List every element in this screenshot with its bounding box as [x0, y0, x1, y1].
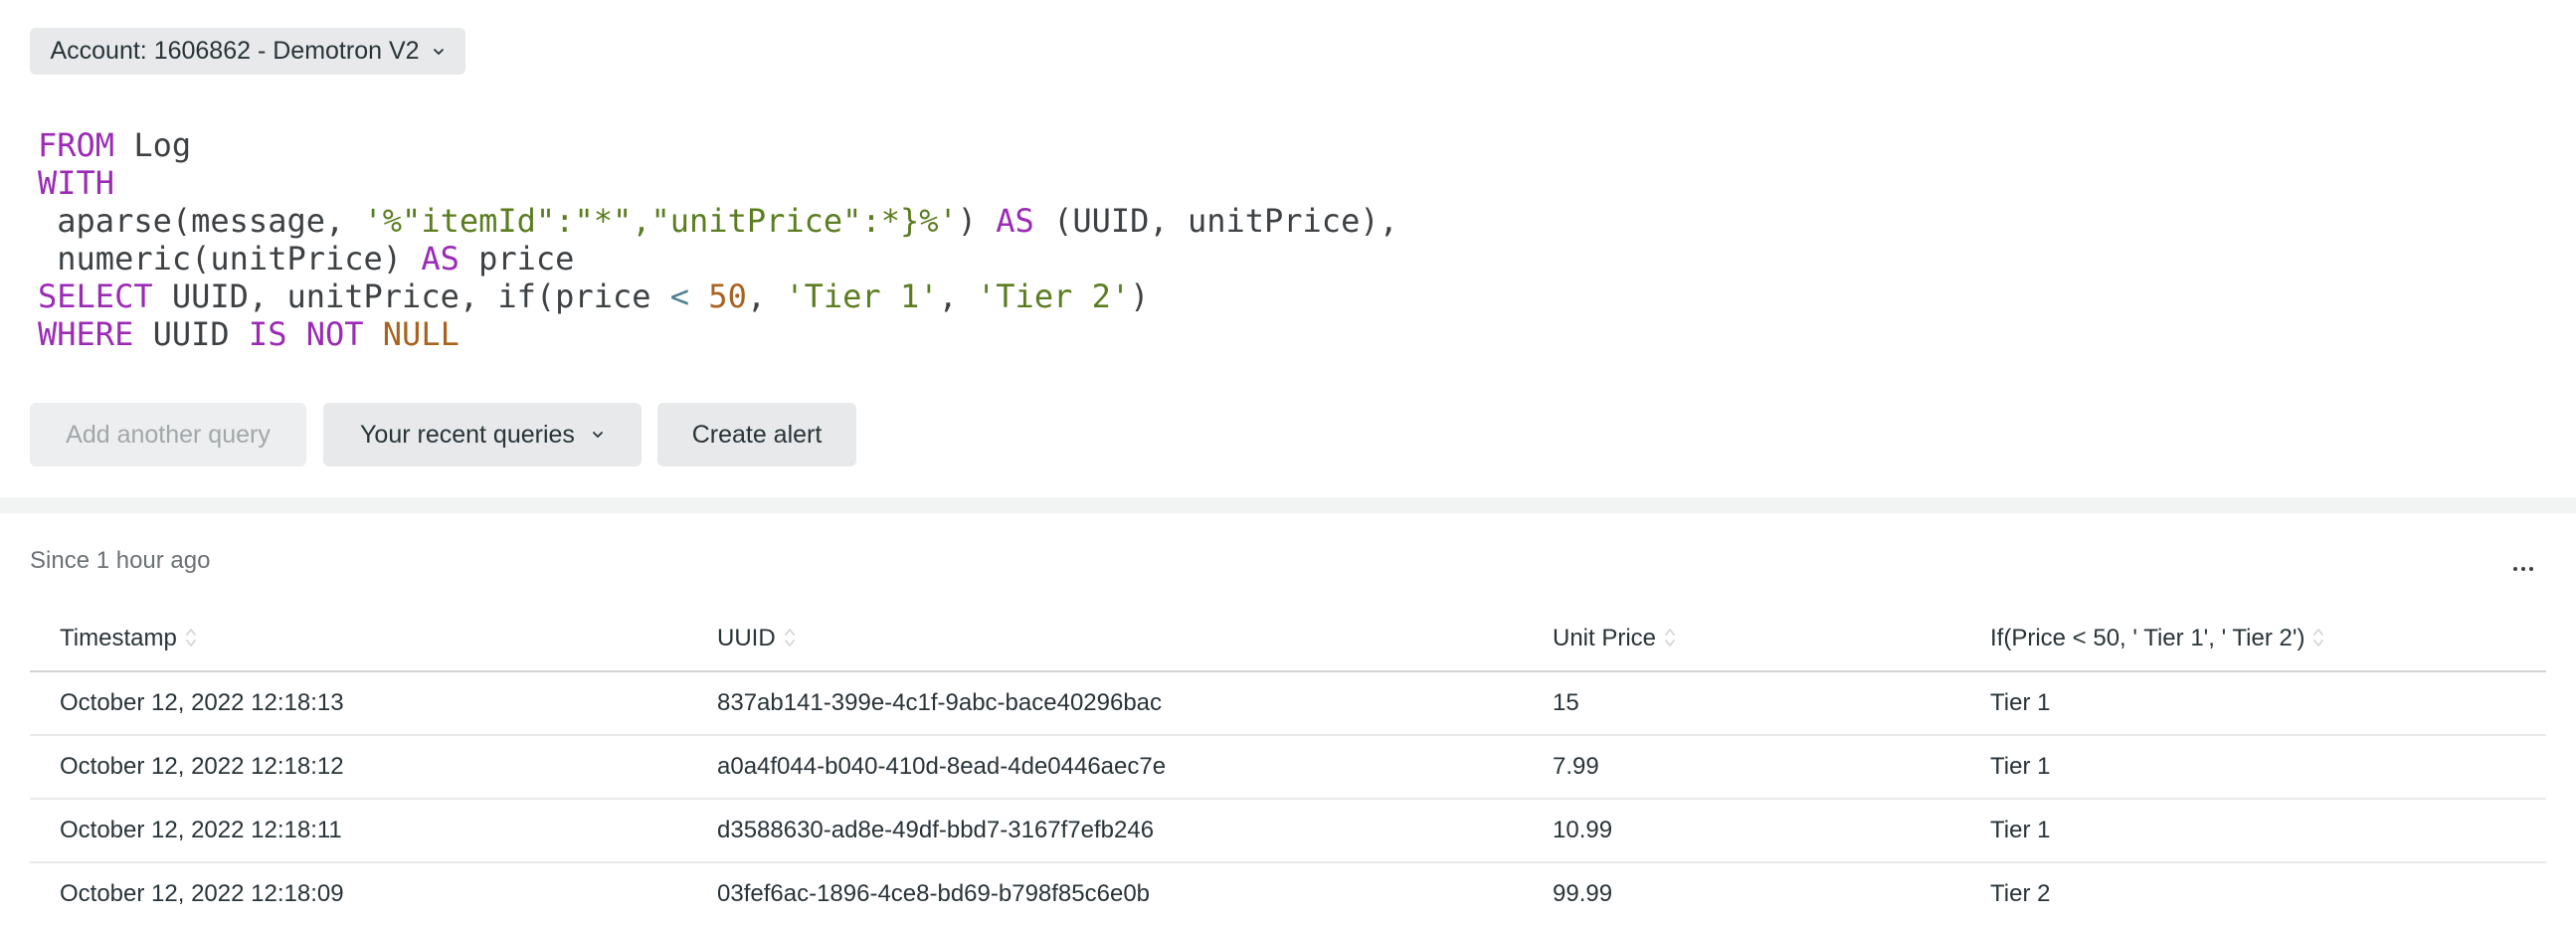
table-cell: October 12, 2022 12:18:11: [30, 799, 687, 863]
column-header[interactable]: UUID: [687, 607, 1523, 672]
sort-icon[interactable]: [185, 627, 197, 648]
table-cell: 03fef6ac-1896-4ce8-bd69-b798f85c6e0b: [717, 880, 1151, 907]
code-text: UUID, unitPrice, if(price: [152, 278, 670, 315]
table-cell: 15: [1523, 671, 1960, 736]
code-line: aparse(message, '%"itemId":"*","unitPric…: [38, 202, 1398, 240]
code-line: WITH: [38, 164, 1398, 202]
code-keyword: WITH: [38, 164, 115, 202]
column-header-label: Unit Price: [1553, 625, 1657, 651]
ellipsis-icon[interactable]: [2508, 557, 2538, 581]
code-text: (UUID, unitPrice),: [1033, 202, 1398, 240]
table-header-row: Timestamp UUID Unit Price If(Price < 50, ' …: [30, 607, 2546, 672]
table-row: October 12, 2022 12:18:09 03fef6ac-1896-4…: [30, 862, 2546, 925]
code-text: price: [459, 240, 575, 278]
code-line: FROM Log: [38, 126, 1398, 164]
column-header[interactable]: Timestamp: [30, 607, 687, 672]
table-cell: October 12, 2022 12:18:12: [30, 735, 687, 800]
column-header[interactable]: If(Price < 50, ' Tier 1', ' Tier 2'): [1960, 607, 2546, 672]
table-cell: 7.99: [1523, 735, 1960, 800]
code-text: ,: [938, 278, 978, 315]
code-line: SELECT UUID, unitPrice, if(price < 50, '…: [38, 278, 1398, 315]
time-range-label: Since 1 hour ago: [30, 547, 211, 574]
column-header-label: UUID: [717, 625, 776, 651]
code-text: aparse(message,: [38, 202, 364, 240]
table-cell: Tier 2: [1990, 880, 2051, 907]
table-cell: October 12, 2022 12:18:13: [30, 671, 687, 736]
add-another-query-label: Add another query: [66, 420, 271, 449]
code-keyword: FROM: [38, 126, 115, 164]
code-string: 'Tier 1': [785, 278, 939, 315]
table-cell: 10.99: [1523, 799, 1960, 863]
code-text: ): [1130, 278, 1150, 315]
chevron-down-icon: [432, 45, 446, 59]
code-text: numeric(unitPrice): [38, 240, 422, 278]
code-line: WHERE UUID IS NOT NULL: [38, 315, 1398, 353]
code-keyword: WHERE: [38, 315, 134, 353]
code-text: Log: [114, 126, 192, 164]
table-row: October 12, 2022 12:18:12 a0a4f044-b040-4…: [30, 735, 2546, 800]
code-literal: 50: [708, 278, 747, 315]
create-alert-button[interactable]: Create alert: [657, 403, 856, 466]
table-cell: 837ab141-399e-4c1f-9abc-bace40296bac: [687, 671, 1523, 736]
column-header-label: Timestamp: [60, 625, 177, 651]
column-header-label: If(Price < 50, ' Tier 1', ' Tier 2'): [1990, 625, 2305, 651]
chevron-down-icon: [591, 428, 605, 442]
code-keyword: NOT: [305, 315, 364, 353]
code-string: '%"itemId":"*","unitPrice":*}%': [363, 202, 958, 240]
table-cell: Tier 1: [1960, 799, 2546, 863]
recent-queries-label: Your recent queries: [360, 420, 575, 449]
table-cell: Tier 1: [1960, 671, 2546, 736]
table-row: October 12, 2022 12:18:11 d3588630-ad8e-4…: [30, 799, 2546, 863]
sort-icon[interactable]: [2312, 627, 2324, 648]
table-cell: a0a4f044-b040-410d-8ead-4de0446aec7e: [687, 735, 1523, 800]
account-selector-button[interactable]: Account: 1606862 - Demotron V2: [30, 28, 465, 75]
code-line: numeric(unitPrice) AS price: [38, 240, 1398, 278]
table-row: October 12, 2022 12:18:13 837ab141-399e-4…: [30, 671, 2546, 736]
table-cell: d3588630-ad8e-49df-bbd7-3167f7efb246: [687, 799, 1523, 863]
create-alert-label: Create alert: [691, 420, 823, 449]
code-text: UUID: [133, 315, 249, 353]
recent-queries-dropdown[interactable]: Your recent queries: [323, 403, 642, 466]
column-header[interactable]: Unit Price: [1523, 607, 1960, 672]
code-keyword: AS: [421, 240, 460, 278]
code-literal: NULL: [382, 315, 460, 353]
code-operator: <: [669, 278, 690, 315]
code-keyword: SELECT: [38, 278, 153, 315]
results-table: Timestamp UUID Unit Price If(Price < 50, ' …: [30, 607, 2546, 925]
code-keyword: IS: [248, 315, 287, 353]
code-string: 'Tier 2': [977, 278, 1131, 315]
section-divider: [0, 497, 2576, 513]
add-another-query-button[interactable]: Add another query: [30, 403, 306, 466]
code-text: ): [957, 202, 997, 240]
table-cell: October 12, 2022 12:18:09: [60, 880, 344, 907]
table-cell: 99.99: [1553, 880, 1613, 907]
query-editor[interactable]: FROM Log WITH aparse(message, '%"itemId":…: [38, 126, 1398, 353]
table-cell: Tier 1: [1960, 735, 2546, 800]
code-keyword: AS: [996, 202, 1034, 240]
sort-icon[interactable]: [784, 627, 796, 648]
code-text: ,: [746, 278, 786, 315]
account-label: Account: 1606862 - Demotron V2: [50, 37, 420, 65]
sort-icon[interactable]: [1664, 627, 1676, 648]
